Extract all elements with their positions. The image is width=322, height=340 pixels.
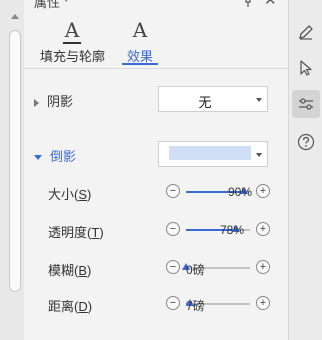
increase-button[interactable]: + xyxy=(256,296,270,310)
right-toolbar xyxy=(288,0,322,340)
increase-button[interactable]: + xyxy=(256,260,270,274)
help-icon xyxy=(297,133,315,151)
shadow-label: 阴影 xyxy=(47,94,74,109)
effects-icon: A xyxy=(132,18,148,42)
distance-label: 距离(D) xyxy=(48,299,93,314)
blur-label: 模糊(B) xyxy=(48,263,92,278)
size-slider[interactable]: − 90% + xyxy=(166,181,270,201)
tab-fill-outline[interactable]: A 填充与轮廓 xyxy=(40,18,106,65)
adjust-tool-button[interactable] xyxy=(292,90,320,118)
cursor-icon xyxy=(300,60,312,76)
shadow-value: 无 xyxy=(198,95,212,110)
decrease-button[interactable]: − xyxy=(166,260,180,274)
slider-value: 78% xyxy=(219,223,244,237)
shadow-dropdown[interactable]: 无 xyxy=(158,86,268,112)
distance-label-text: 距离 xyxy=(48,299,75,314)
increase-button[interactable]: + xyxy=(256,184,270,198)
reflection-section-toggle[interactable]: 倒影 xyxy=(34,146,76,165)
blur-slider[interactable]: − 0磅 + xyxy=(166,257,270,277)
slider-value: 7磅 xyxy=(186,299,205,313)
transparency-label-text: 透明度 xyxy=(48,225,88,240)
slider-track[interactable]: 7磅 xyxy=(186,299,250,313)
slider-track[interactable]: 0磅 xyxy=(182,263,250,277)
panel-title[interactable]: 属性 xyxy=(34,0,60,11)
scroll-up-arrow[interactable] xyxy=(11,14,19,19)
slider-value: 0磅 xyxy=(186,263,205,277)
collapse-arrow-icon xyxy=(34,155,42,161)
expand-arrow-icon xyxy=(34,98,39,107)
pin-icon[interactable] xyxy=(240,0,256,8)
slider-value: 90% xyxy=(227,185,252,199)
transparency-accel: T xyxy=(91,225,100,240)
panel-header: 属性 ▾ ✕ xyxy=(24,0,288,14)
slider-track[interactable]: 90% xyxy=(186,185,252,199)
active-tab-indicator xyxy=(122,63,158,65)
size-label-text: 大小 xyxy=(48,187,75,202)
shadow-section-toggle[interactable]: 阴影 xyxy=(34,91,73,110)
blur-label-text: 模糊 xyxy=(48,263,75,278)
properties-panel: 属性 ▾ ✕ A 填充与轮廓 A 效果 阴影 无 倒影 大小(S) − xyxy=(24,0,288,340)
transparency-label: 透明度(T) xyxy=(48,225,104,240)
reflection-swatch xyxy=(169,146,251,160)
decrease-button[interactable]: − xyxy=(166,184,180,198)
help-button[interactable] xyxy=(292,128,320,156)
chevron-down-icon xyxy=(256,153,262,157)
close-icon[interactable]: ✕ xyxy=(264,0,277,9)
reflection-dropdown[interactable] xyxy=(158,141,268,167)
fill-outline-icon-underline xyxy=(63,42,81,44)
transparency-slider[interactable]: − 78% + xyxy=(166,219,270,239)
select-tool-button[interactable] xyxy=(292,54,320,82)
decrease-button[interactable]: − xyxy=(166,222,180,236)
reflection-label: 倒影 xyxy=(50,149,77,164)
tab-fill-outline-label: 填充与轮廓 xyxy=(40,49,106,64)
blur-accel: B xyxy=(78,263,88,278)
scroll-thumb[interactable] xyxy=(9,30,21,292)
fill-outline-icon: A xyxy=(64,18,80,42)
size-accel: S xyxy=(78,187,88,202)
tabs-divider xyxy=(24,68,288,69)
pen-icon xyxy=(299,25,313,40)
decrease-button[interactable]: − xyxy=(166,296,180,310)
tab-effects[interactable]: A 效果 xyxy=(122,18,158,65)
scrollbar[interactable] xyxy=(0,0,24,340)
size-label: 大小(S) xyxy=(48,187,92,202)
increase-button[interactable]: + xyxy=(256,222,270,236)
distance-accel: D xyxy=(78,299,88,314)
distance-slider[interactable]: − 7磅 + xyxy=(166,293,270,313)
pen-tool-button[interactable] xyxy=(292,18,320,46)
adjust-icon xyxy=(299,98,313,110)
panel-title-caret-icon[interactable]: ▾ xyxy=(64,0,69,5)
chevron-down-icon xyxy=(256,98,262,102)
slider-track[interactable]: 78% xyxy=(186,223,250,237)
